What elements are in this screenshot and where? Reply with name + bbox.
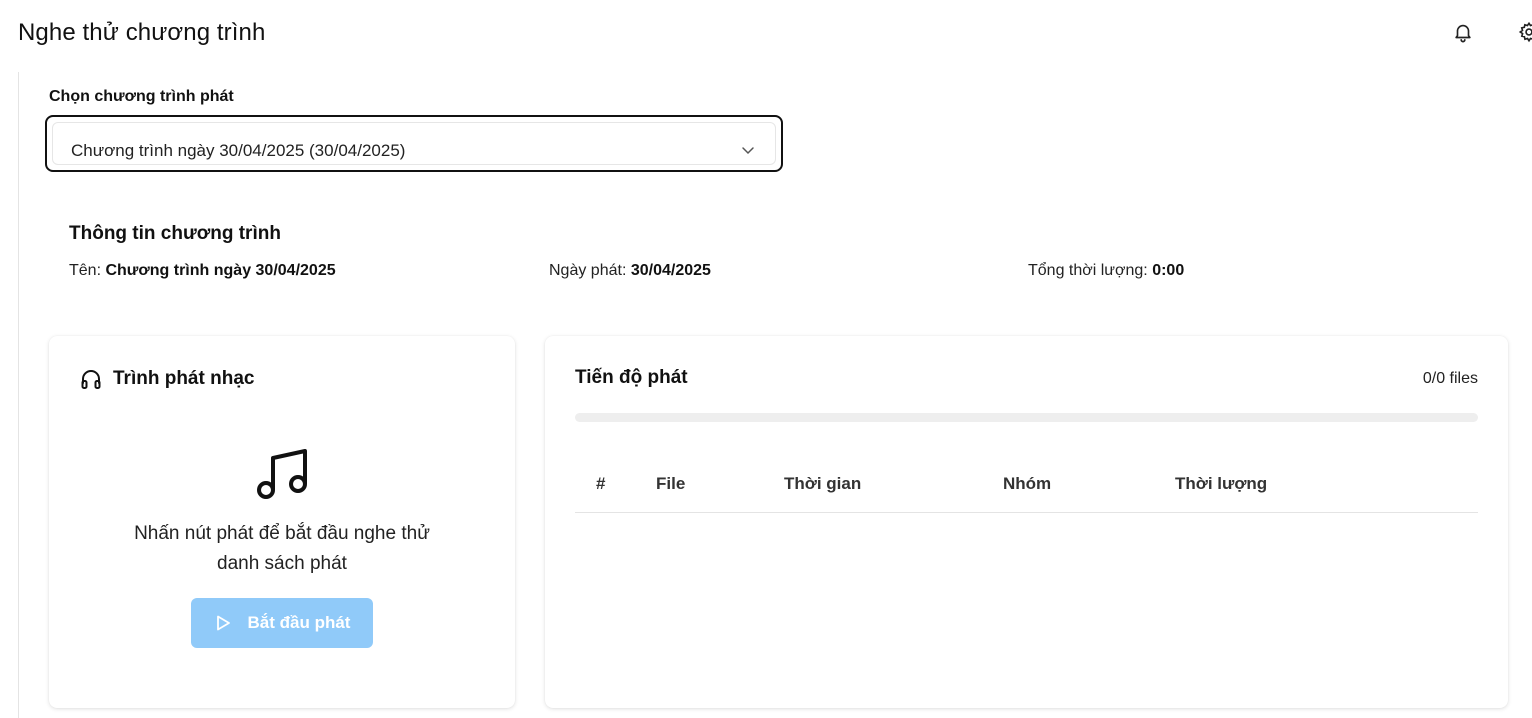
program-duration-value: 0:00 <box>1152 262 1185 279</box>
play-icon <box>216 615 230 631</box>
start-playback-label: Bắt đầu phát <box>247 613 351 632</box>
program-select-value: Chương trình ngày 30/04/2025 (30/04/2025… <box>71 141 406 160</box>
player-hint-line2: danh sách phát <box>217 553 347 574</box>
program-select-label: Chọn chương trình phát <box>49 88 234 105</box>
program-name-value: Chương trình ngày 30/04/2025 <box>105 262 336 279</box>
column-header-duration: Thời lượng <box>1175 474 1268 493</box>
program-name-label: Tên: <box>69 262 102 279</box>
progress-bar <box>575 413 1478 422</box>
program-name-info: Tên: Chương trình ngày 30/04/2025 <box>69 262 336 280</box>
table-header: # File Thời gian Nhóm Thời lượng <box>575 464 1478 513</box>
program-duration-label: Tổng thời lượng: <box>1028 262 1148 279</box>
gear-icon[interactable] <box>1518 21 1532 43</box>
program-date-label: Ngày phát: <box>549 262 627 279</box>
chevron-down-icon <box>742 147 754 155</box>
program-select-inner: Chương trình ngày 30/04/2025 (30/04/2025… <box>52 122 776 165</box>
column-header-time: Thời gian <box>784 474 862 493</box>
bell-icon[interactable] <box>1452 21 1474 43</box>
music-player-header: Trình phát nhạc <box>79 367 254 391</box>
program-select[interactable]: Chương trình ngày 30/04/2025 (30/04/2025… <box>45 115 783 172</box>
program-info-title: Thông tin chương trình <box>69 223 281 244</box>
music-player-title: Trình phát nhạc <box>113 368 255 389</box>
playback-progress-title: Tiến độ phát <box>575 367 688 388</box>
files-count: 0/0 files <box>1422 370 1478 387</box>
program-date-value: 30/04/2025 <box>630 262 711 279</box>
program-duration-info: Tổng thời lượng: 0:00 <box>1028 262 1184 280</box>
column-header-group: Nhóm <box>1003 474 1052 493</box>
program-date-info: Ngày phát: 30/04/2025 <box>549 262 711 280</box>
headphones-icon <box>81 370 101 389</box>
player-hint-line1: Nhấn nút phát để bắt đầu nghe thử <box>134 523 430 544</box>
playback-progress-card: Tiến độ phát 0/0 files # File Thời gian … <box>545 336 1508 708</box>
start-playback-button[interactable]: Bắt đầu phát <box>191 598 373 648</box>
sidebar-divider <box>18 72 19 718</box>
column-header-index: # <box>596 474 606 493</box>
top-bar: Nghe thử chương trình <box>0 0 1532 70</box>
music-player-card: Trình phát nhạc Nhấn nút phát để bắt đầu… <box>49 336 515 708</box>
page-title: Nghe thử chương trình <box>18 19 266 46</box>
column-header-file: File <box>656 474 686 493</box>
music-note-icon <box>257 449 307 499</box>
